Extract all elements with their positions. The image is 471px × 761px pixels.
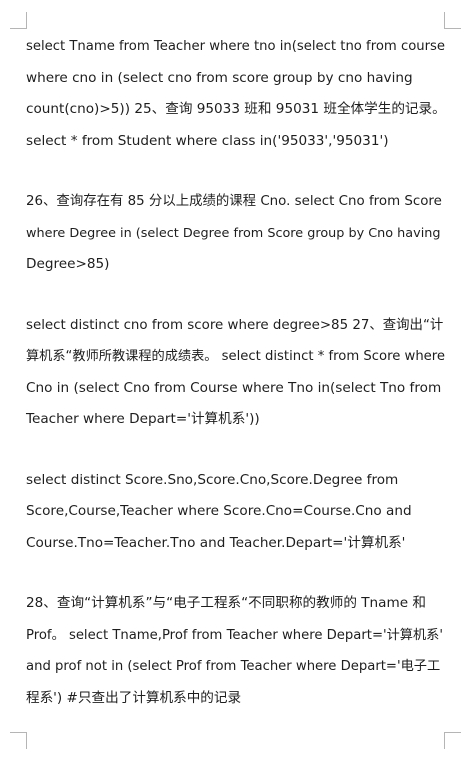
text-line: select * from Student where class in('95… — [26, 132, 389, 149]
text-line: Score,Course,Teacher where Score.Cno=Cou… — [26, 503, 412, 519]
paragraph-query-27-alt: select distinct Score.Sno,Score.Cno,Scor… — [26, 465, 446, 560]
paragraph-query-26: 26、查询存在有 85 分以上成绩的课程 Cno. select Cno fro… — [26, 186, 446, 281]
paragraph-query-27: select distinct cno from score where deg… — [26, 310, 446, 436]
text-line: where Degree in (select Degree from Scor… — [26, 225, 441, 241]
text-line: select distinct cno from score where deg… — [26, 317, 444, 333]
margin-corner-bottom-left — [10, 732, 27, 749]
text-line: select Tname from Teacher where tno in(s… — [26, 39, 446, 54]
text-line: where cno in (select cno from score grou… — [26, 69, 413, 86]
margin-corner-top-left — [10, 12, 27, 29]
margin-corner-top-right — [444, 12, 461, 29]
text-line: Course.Tno=Teacher.Tno and Teacher.Depar… — [26, 534, 406, 551]
document-body: select Tname from Teacher where tno in(s… — [26, 31, 446, 714]
text-line: 程系') #只查出了计算机系中的记录 — [26, 689, 242, 706]
text-line: count(cno)>5)) 25、查询 95033 班和 95031 班全体学… — [26, 101, 446, 117]
text-line: Teacher where Depart='计算机系')) — [26, 411, 260, 427]
margin-corner-bottom-right — [444, 732, 461, 749]
text-line: 26、查询存在有 85 分以上成绩的课程 Cno. select Cno fro… — [26, 194, 442, 209]
text-line: Prof。 select Tname,Prof from Teacher whe… — [26, 627, 443, 643]
document-page: select Tname from Teacher where tno in(s… — [0, 0, 471, 761]
text-line: Cno in (select Cno from Course where Tno… — [26, 379, 442, 396]
paragraph-query-25: select Tname from Teacher where tno in(s… — [26, 31, 446, 157]
text-line: Degree>85) — [26, 256, 110, 272]
text-line: select distinct Score.Sno,Score.Cno,Scor… — [26, 471, 399, 488]
text-line: and prof not in (select Prof from Teache… — [26, 659, 441, 674]
paragraph-query-28: 28、查询“计算机系”与“电子工程系“不同职称的教师的 Tname 和 Prof… — [26, 588, 446, 714]
text-line: 28、查询“计算机系”与“电子工程系“不同职称的教师的 Tname 和 — [26, 595, 427, 611]
text-line: 算机系“教师所教课程的成绩表。 select distinct * from S… — [26, 349, 446, 364]
